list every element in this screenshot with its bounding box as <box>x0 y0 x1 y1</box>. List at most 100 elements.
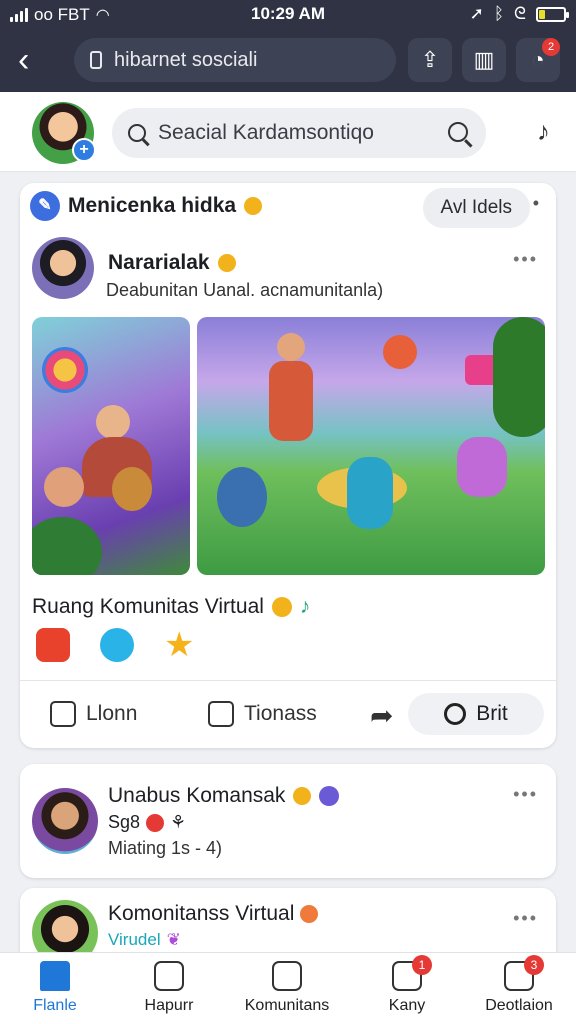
plant-icon: ⚘ <box>170 812 187 832</box>
battery-fill <box>539 9 545 19</box>
author-name: Unabus Komansak <box>108 784 286 807</box>
star-icon[interactable]: ★ <box>164 628 194 662</box>
carrier-info: oo FBT ◠ <box>10 5 110 25</box>
post-image-left[interactable] <box>32 317 190 575</box>
balloon-illustration <box>42 347 88 393</box>
tab-label: Flanle <box>33 997 77 1014</box>
balloon-illustration <box>383 335 417 369</box>
post-sub: Virudel <box>108 930 161 949</box>
leaves-illustration <box>32 517 102 575</box>
carrier-label: oo FBT <box>34 5 90 24</box>
post-image-right[interactable] <box>197 317 545 575</box>
post-sub-row: Virudel ❦ <box>108 930 181 950</box>
guitar-illustration <box>112 467 152 511</box>
author-avatar[interactable] <box>32 237 94 299</box>
search-header: + Seacial Kardamsontiqo ♪ <box>0 92 576 172</box>
author-name: Komonitanss Virtual <box>108 902 295 925</box>
header-more-icon[interactable]: • <box>533 193 540 214</box>
url-text: hibarnet sosciali <box>114 48 258 71</box>
post-actions: Llonn Tionass ➦ Brit <box>20 680 556 748</box>
group-label: Menicenka hidka <box>68 194 237 217</box>
add-button[interactable]: Avl Idels <box>422 188 530 228</box>
ribbon-icon: ❦ <box>166 930 181 949</box>
tab-community[interactable]: Komunitans <box>232 961 342 1015</box>
group-header[interactable]: ✎ Menicenka hidka <box>30 191 263 221</box>
reactions: ★ <box>36 628 194 662</box>
bluetooth-icon: ᛒ <box>493 4 505 23</box>
post-more-icon[interactable]: ••• <box>513 784 538 805</box>
tab-profile[interactable]: 3 Deotlaion <box>464 955 574 1015</box>
palm-tree-illustration <box>493 317 545 437</box>
wifi-icon: ◠ <box>95 7 110 24</box>
search-placeholder: Seacial Kardamsontiqo <box>158 121 374 144</box>
comment-icon <box>208 701 234 727</box>
group-icon: ✎ <box>30 191 60 221</box>
print-button[interactable]: Brit <box>408 693 544 735</box>
post-meta: Miating 1s - 4) <box>108 838 223 858</box>
search-icon <box>128 124 146 142</box>
post-more-icon[interactable]: ••• <box>513 249 538 270</box>
post-more-icon[interactable]: ••• <box>513 908 538 929</box>
tab-label: Deotlaion <box>485 997 553 1014</box>
music-icon[interactable]: ♪ <box>537 116 550 147</box>
record-icon <box>146 813 165 832</box>
reaction-blue-icon[interactable] <box>100 628 134 662</box>
person-body-illustration <box>269 361 313 441</box>
emoji-icon <box>244 197 263 215</box>
emoji-icon <box>300 905 319 923</box>
author-name: Nararialak <box>108 251 210 274</box>
alarm-icon: ᘓ <box>514 4 526 23</box>
author-name-row: Komonitanss Virtual <box>108 902 319 926</box>
verified-icon <box>319 786 340 806</box>
status-right: ➚ ᛒ ᘓ <box>469 4 569 24</box>
profile-icon: 3 <box>504 955 544 991</box>
location-icon: ➚ <box>469 4 484 23</box>
post-title: Ruang Komunitas Virtual <box>32 595 264 618</box>
person-illustration <box>96 405 130 439</box>
battery-icon <box>536 6 569 22</box>
tab-label: Hapurr <box>144 997 194 1014</box>
post-title-row: Ruang Komunitas Virtual ♪ <box>32 595 310 619</box>
author-avatar[interactable] <box>32 788 98 854</box>
comment-label: Tionass <box>244 702 317 725</box>
print-label: Brit <box>476 702 508 725</box>
comment-button[interactable]: Tionass <box>208 693 317 735</box>
notification-button[interactable]: ◔ 2 <box>516 38 560 82</box>
community-icon <box>272 961 302 991</box>
post-subtitle: Deabunitan Uanal. acnamunitanla) <box>106 280 384 300</box>
smile-icon <box>271 597 292 617</box>
browser-nav: ‹ hibarnet sosciali ⇪ ▥ ◔ 2 <box>0 36 576 86</box>
home-icon <box>40 961 70 991</box>
author-name-row: Unabus Komansak <box>108 784 340 808</box>
tab-badge: 3 <box>524 955 544 975</box>
address-bar[interactable]: hibarnet sosciali <box>74 38 396 82</box>
like-button[interactable]: Llonn <box>50 693 137 735</box>
tab-label: Komunitans <box>244 997 330 1014</box>
browser-chrome: oo FBT ◠ 10:29 AM ➚ ᛒ ᘓ ‹ hibarnet sosci… <box>0 0 576 92</box>
bottom-nav: Flanle Hapurr Komunitans 1 Kany 3 Deotla… <box>0 952 576 1024</box>
person-illustration <box>347 457 393 529</box>
stats-icon[interactable]: ▥ <box>462 38 506 82</box>
notification-badge: 2 <box>542 38 560 56</box>
like-label: Llonn <box>86 702 138 725</box>
status-bar: oo FBT ◠ 10:29 AM ➚ ᛒ ᘓ <box>0 0 576 30</box>
tab-inbox[interactable]: 1 Kany <box>352 955 462 1015</box>
signal-icon <box>10 8 28 22</box>
emoji-icon <box>217 254 236 272</box>
report-icon <box>154 961 184 991</box>
tab-home[interactable]: Flanle <box>0 961 110 1015</box>
tab-report[interactable]: Hapurr <box>114 961 224 1015</box>
back-icon[interactable]: ‹ <box>18 40 29 80</box>
post-card[interactable]: Unabus Komansak Sg8 ⚘ Miating 1s - 4) ••… <box>20 764 556 878</box>
share-icon[interactable]: ➦ <box>370 699 393 732</box>
share-icon[interactable]: ⇪ <box>408 38 452 82</box>
plus-icon[interactable]: + <box>72 138 96 162</box>
reaction-red-icon[interactable] <box>36 628 70 662</box>
tab-label: Kany <box>388 997 426 1014</box>
search-submit-icon[interactable] <box>448 122 468 142</box>
search-input[interactable]: Seacial Kardamsontiqo <box>112 108 486 158</box>
person-illustration <box>457 437 507 497</box>
author-name-row[interactable]: Nararialak <box>108 251 236 275</box>
tab-badge: 1 <box>412 955 432 975</box>
gear-icon <box>444 703 467 725</box>
